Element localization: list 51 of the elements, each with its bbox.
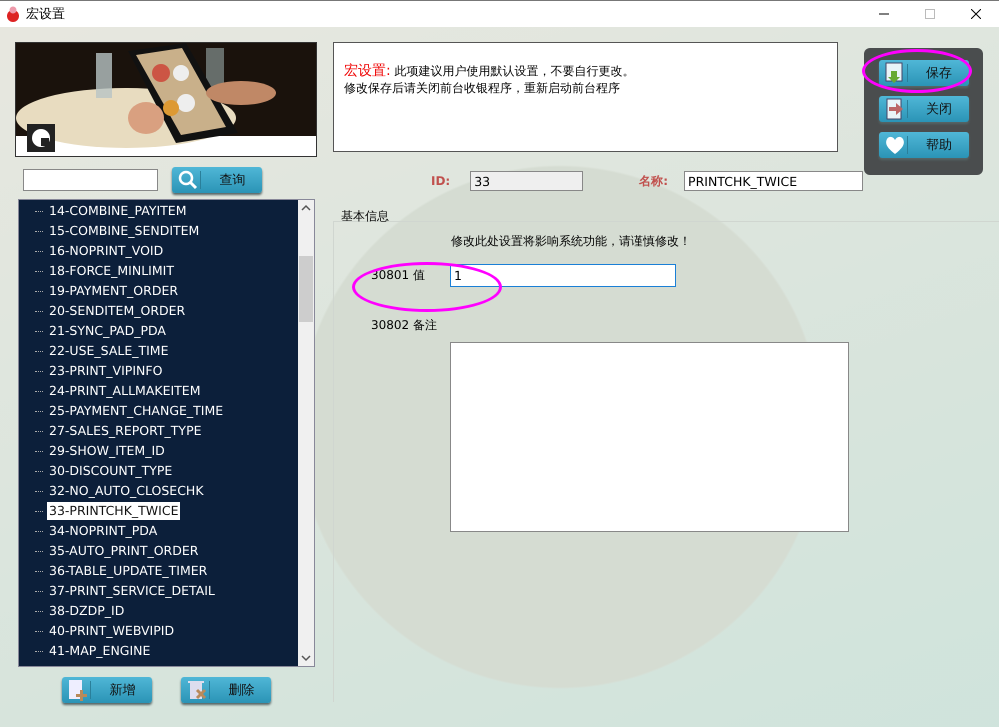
tree-item[interactable]: 38-DZDP_ID xyxy=(47,602,126,620)
tree-item[interactable]: 32-NO_AUTO_CLOSECHK xyxy=(47,482,206,500)
tree-item[interactable]: 30-DISCOUNT_TYPE xyxy=(47,462,174,480)
notice-text: 修改保存后请关闭前台收银程序，重新启动前台程序 xyxy=(344,80,621,97)
tree-item[interactable]: 25-PAYMENT_CHANGE_TIME xyxy=(47,402,226,420)
trash-can-icon xyxy=(185,678,209,702)
app-icon xyxy=(6,6,20,22)
tree-item[interactable]: 18-FORCE_MINLIMIT xyxy=(47,262,176,280)
warning-text: 修改此处设置将影响系统功能，请谨慎修改！ xyxy=(451,233,692,250)
tree-item[interactable]: 20-SENDITEM_ORDER xyxy=(47,302,188,320)
close-icon[interactable] xyxy=(971,9,981,19)
help-button[interactable]: 帮助 xyxy=(878,132,968,158)
tree-item[interactable]: 36-TABLE_UPDATE_TIMER xyxy=(47,562,210,580)
scroll-thumb[interactable] xyxy=(299,256,313,322)
scrollbar[interactable] xyxy=(298,200,314,666)
tree-item[interactable]: 35-AUTO_PRINT_ORDER xyxy=(47,542,200,560)
id-label: ID: xyxy=(431,174,450,188)
window-title: 宏设置 xyxy=(26,6,66,23)
value-field[interactable]: 1 xyxy=(450,264,676,287)
value-label: 30801 值 xyxy=(370,267,426,284)
tree-item[interactable]: 22-USE_SALE_TIME xyxy=(47,342,170,360)
notice-text: 宏设置: 此项建议用户使用默认设置，不要自行更改。 xyxy=(344,63,636,80)
name-field[interactable]: PRINTCHK_TWICE xyxy=(684,171,864,191)
search-icon xyxy=(176,168,200,192)
tree-item[interactable]: 37-PRINT_SERVICE_DETAIL xyxy=(47,582,217,600)
search-button[interactable]: 查询 xyxy=(172,167,262,193)
tree-item[interactable]: 29-SHOW_ITEM_ID xyxy=(47,442,167,460)
document-plus-icon xyxy=(66,678,90,702)
remark-field[interactable] xyxy=(450,342,849,532)
tree-item[interactable]: 15-COMBINE_SENDITEM xyxy=(47,222,202,240)
name-label: 名称: xyxy=(639,172,668,190)
remark-label: 30802 备注 xyxy=(370,317,438,334)
tree-item[interactable]: 19-PAYMENT_ORDER xyxy=(47,282,180,300)
group-title: 基本信息 xyxy=(341,208,389,225)
tree-item[interactable]: 33-PRINTCHK_TWICE xyxy=(47,502,180,520)
tree-item[interactable]: 21-SYNC_PAD_PDA xyxy=(47,322,168,340)
delete-button[interactable]: 删除 xyxy=(181,677,271,703)
search-field[interactable] xyxy=(23,169,158,191)
tree-item[interactable]: 24-PRINT_ALLMAKEITEM xyxy=(47,382,202,400)
id-field[interactable]: 33 xyxy=(470,171,584,191)
tree-item[interactable]: 34-NOPRINT_PDA xyxy=(47,522,160,540)
tree-item[interactable]: 23-PRINT_VIPINFO xyxy=(47,362,164,380)
maximize-icon xyxy=(925,9,935,19)
tree-item[interactable]: 16-NOPRINT_VOID xyxy=(47,242,166,260)
tree-item[interactable]: 27-SALES_REPORT_TYPE xyxy=(47,422,204,440)
tree-item[interactable]: 14-COMBINE_PAYITEM xyxy=(47,202,188,220)
save-button[interactable]: 保存 xyxy=(878,60,968,86)
tree-item[interactable]: 40-PRINT_WEBVIPID xyxy=(47,622,176,640)
close-button[interactable]: 关闭 xyxy=(878,96,968,122)
add-button[interactable]: 新增 xyxy=(62,677,152,703)
tree-item[interactable]: 41-MAP_ENGINE xyxy=(47,642,152,660)
